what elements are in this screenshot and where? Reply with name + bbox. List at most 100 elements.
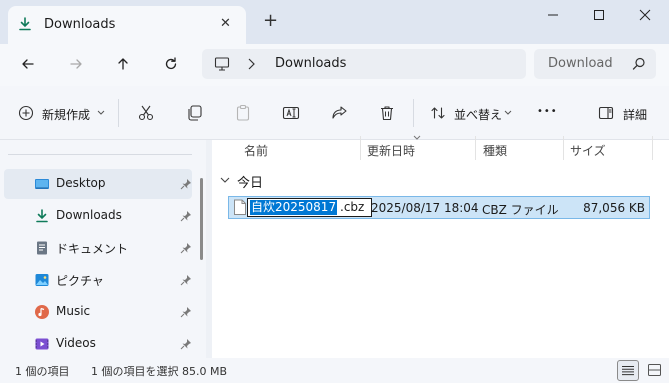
close-icon (639, 9, 651, 21)
details-view-button[interactable] (617, 360, 639, 381)
maximize-button[interactable] (584, 0, 614, 30)
forward-button[interactable] (60, 48, 92, 80)
trash-icon (381, 106, 393, 121)
close-window-button[interactable] (630, 0, 660, 30)
sidebar-item-videos[interactable]: Videos (4, 329, 192, 359)
toolbar-divider (413, 99, 414, 127)
download-icon (34, 208, 50, 224)
rename-icon (282, 106, 300, 120)
sidebar-item-documents[interactable]: ドキュメント (4, 233, 192, 263)
share-icon (332, 106, 347, 119)
sort-indicator-icon (413, 135, 421, 141)
download-icon (17, 16, 33, 32)
more-options-button[interactable]: ••• (537, 106, 558, 117)
sidebar-divider (8, 154, 192, 155)
pin-icon[interactable] (180, 306, 192, 318)
videos-icon (34, 336, 50, 352)
file-date: 2025/08/17 18:04 (371, 201, 479, 215)
back-button[interactable] (12, 48, 44, 80)
details-label: 詳細 (623, 108, 648, 122)
new-button[interactable]: 新規作成 (12, 98, 108, 128)
group-header-today[interactable]: 今日 (220, 171, 380, 191)
rename-input[interactable]: 自炊20250817 .cbz (247, 198, 372, 217)
new-label: 新規作成 (42, 108, 91, 122)
arrow-left-icon (22, 59, 34, 69)
cut-button[interactable] (137, 104, 155, 122)
details-pane-icon (598, 105, 614, 121)
tab-downloads[interactable]: Downloads ✕ (8, 6, 246, 44)
sort-button[interactable]: 並べ替え (424, 98, 516, 128)
group-label: 今日 (237, 176, 264, 191)
tiles-view-icon (648, 364, 661, 376)
sidebar-item-label: ドキュメント (56, 242, 129, 256)
pin-icon[interactable] (180, 274, 192, 286)
file-icon (233, 199, 247, 216)
rename-selected-text: 自炊20250817 (250, 200, 338, 215)
up-button[interactable] (107, 48, 139, 80)
column-header-date[interactable]: 更新日時 (367, 142, 415, 159)
refresh-icon (165, 57, 177, 70)
scissors-icon (138, 105, 154, 121)
sidebar-item-music[interactable]: Music (4, 297, 192, 327)
chevron-down-icon (220, 177, 230, 184)
column-divider[interactable] (563, 136, 564, 160)
item-count: 1 個の項目 (15, 365, 70, 378)
details-pane-button[interactable]: 詳細 (592, 98, 656, 128)
rename-button[interactable] (282, 104, 300, 122)
arrow-up-icon (118, 58, 128, 70)
chevron-down-icon (97, 110, 105, 116)
breadcrumb-downloads[interactable]: Downloads (275, 56, 346, 71)
chevron-down-icon (504, 110, 512, 116)
sidebar-item-label: Downloads (56, 208, 122, 222)
column-header-name[interactable]: 名前 (244, 142, 268, 159)
file-type: CBZ ファイル (482, 203, 559, 217)
pin-icon[interactable] (180, 210, 192, 222)
music-icon (34, 304, 50, 320)
column-header-type[interactable]: 種類 (483, 142, 507, 159)
sidebar-item-label: ピクチャ (56, 274, 104, 288)
minimize-button[interactable] (538, 0, 568, 30)
search-placeholder: Download (548, 56, 613, 71)
sidebar-item-label: Desktop (56, 176, 106, 190)
address-bar[interactable]: Downloads (202, 49, 526, 79)
sidebar-item-downloads[interactable]: Downloads (4, 201, 192, 231)
clipboard-icon (236, 104, 250, 121)
column-divider[interactable] (652, 136, 653, 160)
details-view-icon (622, 365, 634, 376)
sidebar-item-label: Music (56, 304, 91, 318)
sidebar-item-pictures[interactable]: ピクチャ (4, 265, 192, 295)
copy-button[interactable] (186, 104, 204, 122)
file-row[interactable]: 自炊20250817 .cbz 2025/08/17 18:04 CBZ ファイ… (228, 196, 650, 219)
pin-icon[interactable] (180, 338, 192, 350)
share-button[interactable] (330, 104, 348, 122)
column-divider[interactable] (475, 136, 476, 160)
close-tab-icon[interactable]: ✕ (220, 16, 231, 31)
tab-title: Downloads (44, 17, 116, 32)
maximize-icon (594, 10, 604, 20)
tiles-view-button[interactable] (644, 360, 666, 381)
sort-label: 並べ替え (454, 108, 503, 122)
search-icon[interactable] (632, 57, 646, 71)
search-box[interactable]: Download (534, 49, 656, 79)
computer-icon (214, 56, 230, 72)
selection-info: 1 個の項目を選択 85.0 MB (91, 365, 228, 378)
file-size: 87,056 KB (583, 201, 645, 215)
plus-circle-icon (18, 105, 34, 121)
copy-icon (188, 105, 202, 121)
refresh-button[interactable] (155, 48, 187, 80)
column-divider[interactable] (360, 136, 361, 160)
sidebar-item-desktop[interactable]: Desktop (4, 169, 192, 199)
pictures-icon (34, 272, 50, 288)
pin-icon[interactable] (180, 242, 192, 254)
rename-extension-text: .cbz (340, 200, 365, 214)
new-tab-button[interactable]: + (263, 12, 278, 30)
delete-button[interactable] (378, 104, 396, 122)
column-header-size[interactable]: サイズ (570, 142, 606, 159)
document-icon (34, 240, 50, 256)
paste-button[interactable] (234, 104, 252, 122)
pin-icon[interactable] (180, 178, 192, 190)
chevron-right-icon[interactable] (246, 58, 256, 70)
sidebar-item-label: Videos (56, 336, 96, 350)
sidebar-scrollbar[interactable] (200, 178, 203, 260)
toolbar-divider (118, 99, 119, 127)
